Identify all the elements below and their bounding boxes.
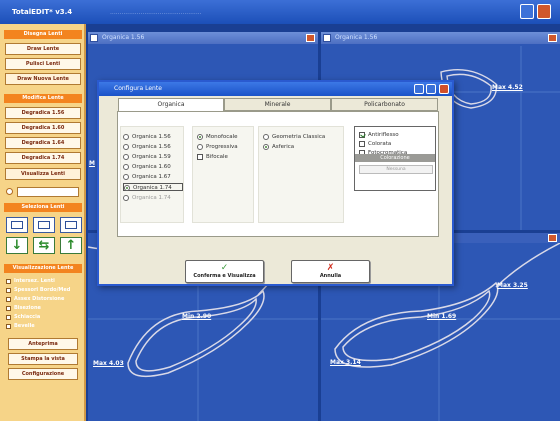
check-bisezione[interactable]: Bisezione bbox=[6, 305, 84, 313]
checkbox[interactable] bbox=[6, 288, 11, 293]
arrow-down-icon: ↓ bbox=[11, 238, 23, 253]
sidebar: Disegna Lenti Draw Lente Pulisci Lenti D… bbox=[0, 24, 86, 421]
cancel-button[interactable]: ✗ Annulla bbox=[291, 260, 370, 283]
app-close-button[interactable] bbox=[537, 4, 551, 19]
configure-lens-dialog: Configura Lente Organica Minerale Polica… bbox=[97, 80, 454, 286]
checkbox[interactable] bbox=[6, 324, 11, 329]
checkbox[interactable] bbox=[6, 306, 11, 311]
tab-policarbonato[interactable]: Policarbonato bbox=[331, 98, 438, 111]
draw-new-lens-button[interactable]: Draw Nuova Lente bbox=[5, 73, 81, 85]
checkbox[interactable] bbox=[6, 279, 11, 284]
measure-label: Max 3.25 bbox=[497, 282, 528, 289]
app-title-bar: TotalEDIT* v3.4 ........................… bbox=[0, 0, 560, 24]
material-group: Organica 1.56 Organica 1.56 Organica 1.5… bbox=[120, 126, 184, 223]
check-distorsione[interactable]: Assex Distorsione bbox=[6, 296, 84, 304]
arrow-down-button[interactable]: ↓ bbox=[6, 237, 28, 254]
draw-lens-button[interactable]: Draw Lente bbox=[5, 43, 81, 55]
degradica-174-button[interactable]: Degradica 1.74 bbox=[5, 152, 81, 164]
sidebar-header-modify: Modifica Lente bbox=[4, 94, 82, 103]
check-bevelle[interactable]: Bevelle bbox=[6, 323, 84, 331]
lens-radio-row bbox=[6, 187, 81, 197]
material-option-selected[interactable]: Organica 1.74 bbox=[123, 183, 183, 191]
app-minimize-button[interactable] bbox=[520, 4, 534, 19]
window-icon bbox=[11, 221, 23, 229]
measure-label: Max 4.03 bbox=[93, 360, 124, 367]
measure-label: Min 2.90 bbox=[182, 313, 212, 320]
colorazione-select[interactable]: Nessuna bbox=[359, 165, 433, 174]
lens-grid-view-button[interactable] bbox=[60, 217, 82, 233]
app-title: TotalEDIT* v3.4 bbox=[12, 8, 73, 16]
dialog-close-button[interactable] bbox=[439, 84, 449, 94]
measure-label: M bbox=[89, 160, 95, 167]
treatment-group: Antiriflesso Colorata Fotocromatica Colo… bbox=[354, 126, 436, 191]
dialog-title-bar: Configura Lente bbox=[99, 82, 452, 96]
measure-label: Max 4.52 bbox=[492, 84, 523, 91]
colorazione-header: Colorazione bbox=[355, 154, 435, 162]
sidebar-header-select: Seleziona Lenti bbox=[4, 203, 82, 212]
dialog-tabs: Organica Minerale Policarbonato bbox=[118, 98, 438, 112]
lens-list-view-button[interactable] bbox=[33, 217, 55, 233]
checkbox[interactable] bbox=[6, 297, 11, 302]
print-view-button[interactable]: Stampa la vista bbox=[8, 353, 78, 365]
preview-button[interactable]: Anteprima bbox=[8, 338, 78, 350]
check-spessori[interactable]: Spessori Bordo/Med bbox=[6, 287, 84, 295]
cancel-x-icon: ✗ bbox=[326, 263, 335, 273]
list-icon bbox=[38, 221, 50, 229]
geometry-group: Geometria Classica Asferica bbox=[258, 126, 344, 223]
panel-close-button[interactable] bbox=[306, 34, 315, 42]
panel-icon bbox=[90, 34, 98, 42]
measure-label: Min 1.69 bbox=[427, 313, 457, 320]
swap-button[interactable]: ⇆ bbox=[33, 237, 55, 254]
arrow-up-icon: ↑ bbox=[65, 238, 77, 253]
check-schiaccia[interactable]: Schiaccia bbox=[6, 314, 84, 322]
dialog-title: Configura Lente bbox=[114, 85, 162, 92]
sidebar-header-view: Visualizzazione Lente bbox=[4, 264, 82, 273]
measure-label: Max 3.14 bbox=[330, 359, 361, 366]
grid-icon bbox=[65, 221, 77, 229]
degradica-164-button[interactable]: Degradica 1.64 bbox=[5, 137, 81, 149]
arrow-up-button[interactable]: ↑ bbox=[60, 237, 82, 254]
swap-icon: ⇆ bbox=[38, 238, 50, 253]
lens-single-view-button[interactable] bbox=[6, 217, 28, 233]
tab-minerale[interactable]: Minerale bbox=[224, 98, 331, 111]
clear-lenses-button[interactable]: Pulisci Lenti bbox=[5, 58, 81, 70]
tab-page: Organica 1.56 Organica 1.56 Organica 1.5… bbox=[117, 111, 439, 237]
checkbox[interactable] bbox=[6, 315, 11, 320]
lens-input[interactable] bbox=[17, 187, 79, 197]
dialog-minimize-button[interactable] bbox=[414, 84, 424, 94]
app-subtitle: ........................................… bbox=[110, 9, 202, 16]
checkmark-icon: ✓ bbox=[220, 263, 229, 273]
degradica-156-button[interactable]: Degradica 1.56 bbox=[5, 107, 81, 119]
tab-organica[interactable]: Organica bbox=[118, 98, 224, 112]
lens-radio[interactable] bbox=[6, 188, 13, 195]
check-intersez[interactable]: Intersez. Lenti bbox=[6, 278, 84, 286]
panel-close-button[interactable] bbox=[548, 234, 557, 242]
dialog-maximize-button[interactable] bbox=[426, 84, 436, 94]
panel-title: Organica 1.56 bbox=[102, 34, 145, 41]
sidebar-header-draw: Disegna Lenti bbox=[4, 30, 82, 39]
configuration-button[interactable]: Configurazione bbox=[8, 368, 78, 380]
degradica-160-button[interactable]: Degradica 1.60 bbox=[5, 122, 81, 134]
design-group: Monofocale Progressiva Bifocale bbox=[192, 126, 254, 223]
confirm-and-view-button[interactable]: ✓ Conferma e Visualizza bbox=[185, 260, 264, 283]
view-lenses-button[interactable]: Visualizza Lenti bbox=[5, 168, 81, 180]
panel-title-bar: Organica 1.56 bbox=[88, 32, 318, 44]
